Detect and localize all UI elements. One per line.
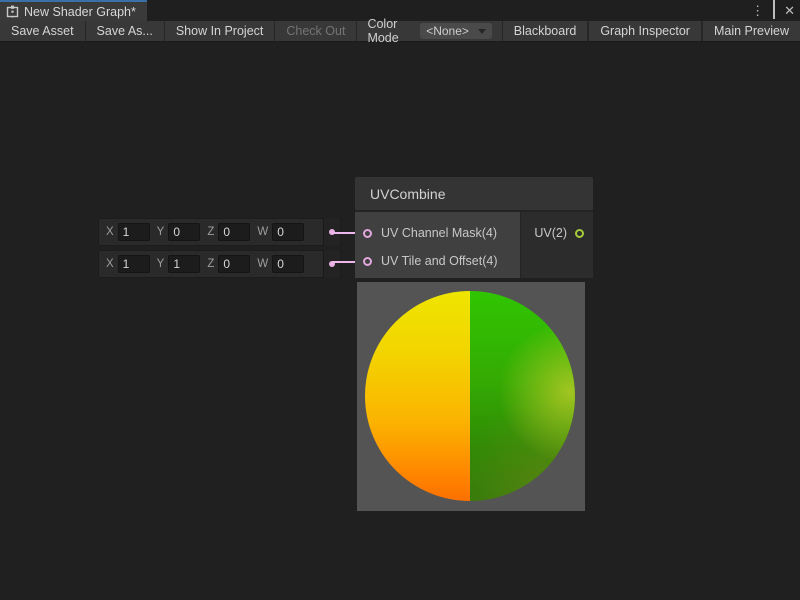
vector4-input-row-2: X Y Z W bbox=[98, 250, 341, 278]
graph-inspector-button[interactable]: Graph Inspector bbox=[588, 21, 702, 41]
blackboard-button[interactable]: Blackboard bbox=[502, 21, 589, 41]
sphere-left-half bbox=[365, 291, 470, 501]
input-port-label: UV Tile and Offset(4) bbox=[381, 254, 498, 268]
save-asset-button[interactable]: Save Asset bbox=[0, 21, 86, 41]
vector2-z-field[interactable] bbox=[218, 255, 250, 273]
color-mode-label: Color Mode bbox=[357, 21, 420, 41]
tab-title: New Shader Graph* bbox=[24, 5, 136, 19]
output-port-label: UV(2) bbox=[534, 226, 567, 240]
vector1-y-field[interactable] bbox=[168, 223, 200, 241]
shader-graph-icon bbox=[6, 5, 19, 18]
window-controls: ⋮ ✕ bbox=[751, 0, 795, 21]
field-label-x: X bbox=[106, 258, 114, 270]
main-preview-button[interactable]: Main Preview bbox=[702, 21, 800, 41]
more-menu-icon[interactable]: ⋮ bbox=[751, 0, 764, 21]
uv-preview-sphere bbox=[365, 291, 575, 501]
input-port-label: UV Channel Mask(4) bbox=[381, 226, 497, 240]
output-port-uv[interactable]: UV(2) bbox=[521, 219, 593, 247]
node-title-bar[interactable]: UVCombine bbox=[355, 177, 593, 210]
output-port-icon[interactable] bbox=[575, 229, 584, 238]
show-in-project-button[interactable]: Show In Project bbox=[165, 21, 276, 41]
maximize-icon[interactable] bbox=[773, 0, 775, 21]
field-label-y: Y bbox=[157, 258, 165, 270]
color-mode-dropdown[interactable]: <None> bbox=[420, 23, 492, 39]
vector2-x-field[interactable] bbox=[118, 255, 150, 273]
node-uvcombine[interactable]: UVCombine UV Channel Mask(4) UV Tile and… bbox=[355, 177, 593, 278]
node-preview-panel bbox=[357, 282, 585, 511]
field-label-y: Y bbox=[157, 226, 165, 238]
tab-new-shader-graph[interactable]: New Shader Graph* bbox=[0, 0, 147, 21]
field-label-z: Z bbox=[207, 258, 214, 270]
check-out-button[interactable]: Check Out bbox=[275, 21, 357, 41]
vector2-connector[interactable] bbox=[323, 250, 340, 278]
field-label-w: W bbox=[257, 226, 268, 238]
vector4-input-row-1: X Y Z W bbox=[98, 218, 341, 246]
chevron-down-icon bbox=[478, 29, 486, 34]
input-port-uv-tile-offset[interactable]: UV Tile and Offset(4) bbox=[355, 247, 520, 275]
vector2-y-field[interactable] bbox=[168, 255, 200, 273]
vector1-z-field[interactable] bbox=[218, 223, 250, 241]
field-label-z: Z bbox=[207, 226, 214, 238]
vector2-w-field[interactable] bbox=[272, 255, 304, 273]
field-label-x: X bbox=[106, 226, 114, 238]
vector1-w-field[interactable] bbox=[272, 223, 304, 241]
node-input-ports: UV Channel Mask(4) UV Tile and Offset(4) bbox=[355, 212, 520, 278]
close-icon[interactable]: ✕ bbox=[784, 0, 795, 21]
vector1-x-field[interactable] bbox=[118, 223, 150, 241]
field-label-w: W bbox=[257, 258, 268, 270]
input-port-icon[interactable] bbox=[363, 257, 372, 266]
sphere-right-half bbox=[470, 291, 575, 501]
input-port-uv-channel-mask[interactable]: UV Channel Mask(4) bbox=[355, 219, 520, 247]
graph-canvas[interactable]: X Y Z W X Y Z W bbox=[0, 42, 800, 600]
toolbar: Save Asset Save As... Show In Project Ch… bbox=[0, 21, 800, 42]
input-port-icon[interactable] bbox=[363, 229, 372, 238]
save-as-button[interactable]: Save As... bbox=[86, 21, 165, 41]
color-mode-value: <None> bbox=[426, 24, 478, 38]
node-body: UV Channel Mask(4) UV Tile and Offset(4)… bbox=[355, 210, 593, 278]
node-output-ports: UV(2) bbox=[520, 212, 593, 278]
